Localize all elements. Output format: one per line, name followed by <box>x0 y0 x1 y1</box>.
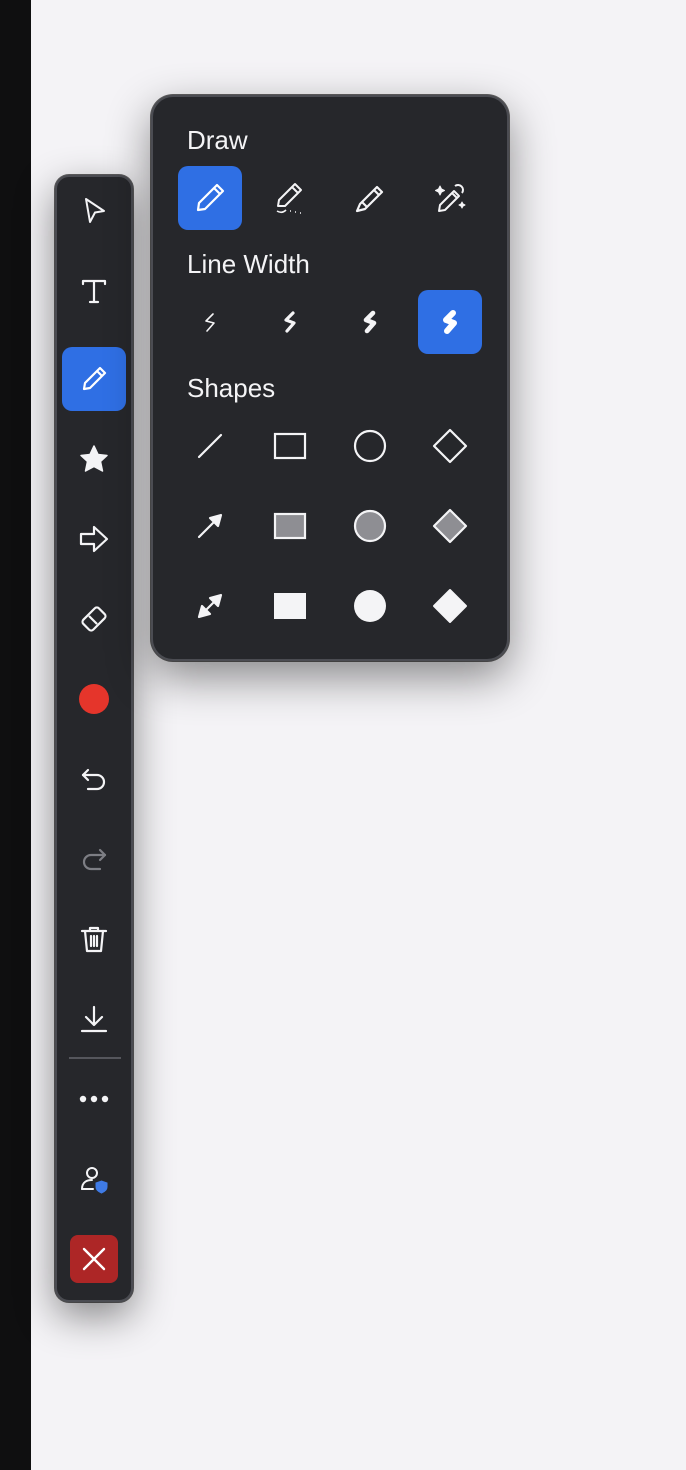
desktop-edge <box>0 0 31 1470</box>
line-width-4-option[interactable] <box>418 290 482 354</box>
pencil-dotted-icon <box>276 183 302 214</box>
download-icon <box>80 1005 108 1033</box>
line-icon <box>197 433 223 459</box>
shape-rectangle-filled-option[interactable] <box>258 574 322 638</box>
magic-pen-option[interactable] <box>418 166 482 230</box>
save-button[interactable] <box>62 987 126 1051</box>
circle-semi-fill-icon <box>353 509 387 543</box>
diamond-outline-icon <box>432 428 468 464</box>
pencil-icon <box>196 183 225 212</box>
toolbar-divider <box>69 1057 121 1059</box>
pen-option[interactable] <box>178 166 242 230</box>
line-width-2-option[interactable] <box>258 290 322 354</box>
diamond-filled-icon <box>433 589 467 623</box>
text-tool-button[interactable] <box>62 259 126 323</box>
user-shield-icon <box>81 1167 108 1194</box>
rectangle-semi-fill-icon <box>273 512 307 540</box>
stroke-thin-icon <box>205 313 215 332</box>
undo-icon <box>81 768 106 791</box>
arrow-icon <box>197 513 223 539</box>
text-icon <box>81 279 107 304</box>
shape-circle-semi-option[interactable] <box>338 494 402 558</box>
shape-rectangle-semi-option[interactable] <box>258 494 322 558</box>
color-picker-button[interactable] <box>62 667 126 731</box>
highlighter-option[interactable] <box>338 166 402 230</box>
annotation-toolbar <box>55 175 133 1302</box>
stamp-tool-button[interactable] <box>62 427 126 491</box>
pencil-icon <box>82 366 107 391</box>
magic-pen-icon <box>435 184 466 212</box>
close-icon <box>82 1247 106 1271</box>
shape-circle-outline-option[interactable] <box>338 414 402 478</box>
shape-rectangle-outline-option[interactable] <box>258 414 322 478</box>
line-width-section-title: Line Width <box>187 249 310 279</box>
shapes-section-title: Shapes <box>187 373 276 403</box>
stroke-heavy-icon <box>443 310 457 334</box>
draw-options-panel: Draw Line Width Shapes <box>151 95 509 661</box>
color-dot-icon <box>79 684 109 714</box>
dotted-pen-option[interactable] <box>258 166 322 230</box>
shape-double-arrow-option[interactable] <box>178 574 242 638</box>
stroke-medium-icon <box>284 311 296 333</box>
shape-line-option[interactable] <box>178 414 242 478</box>
rectangle-outline-icon <box>273 432 307 460</box>
redo-button[interactable] <box>62 827 126 891</box>
participants-button[interactable] <box>62 1147 126 1211</box>
select-tool-button[interactable] <box>62 179 126 243</box>
pointer-arrow-icon <box>85 198 105 223</box>
line-width-3-option[interactable] <box>338 290 402 354</box>
stroke-thick-icon <box>363 310 377 334</box>
draw-tool-button[interactable] <box>62 347 126 411</box>
close-button[interactable] <box>70 1235 118 1283</box>
more-icon <box>79 1095 109 1103</box>
redo-icon <box>82 848 107 871</box>
double-arrow-icon <box>197 593 223 619</box>
clear-button[interactable] <box>62 907 126 971</box>
more-button[interactable] <box>62 1067 126 1131</box>
undo-button[interactable] <box>62 747 126 811</box>
circle-outline-icon <box>353 429 387 463</box>
rectangle-filled-icon <box>274 593 306 619</box>
diamond-semi-fill-icon <box>432 508 468 544</box>
star-icon <box>80 445 108 472</box>
circle-filled-icon <box>354 590 386 622</box>
eraser-tool-button[interactable] <box>62 587 126 651</box>
shape-diamond-semi-option[interactable] <box>418 494 482 558</box>
draw-section-title: Draw <box>187 125 248 155</box>
highlighter-icon <box>355 185 384 213</box>
spotlight-tool-button[interactable] <box>62 507 126 571</box>
arrow-right-outline-icon <box>79 525 109 553</box>
line-width-1-option[interactable] <box>178 290 242 354</box>
shape-diamond-outline-option[interactable] <box>418 414 482 478</box>
shape-circle-filled-option[interactable] <box>338 574 402 638</box>
trash-icon <box>80 926 108 953</box>
eraser-icon <box>81 606 107 632</box>
shape-arrow-option[interactable] <box>178 494 242 558</box>
shape-diamond-filled-option[interactable] <box>418 574 482 638</box>
